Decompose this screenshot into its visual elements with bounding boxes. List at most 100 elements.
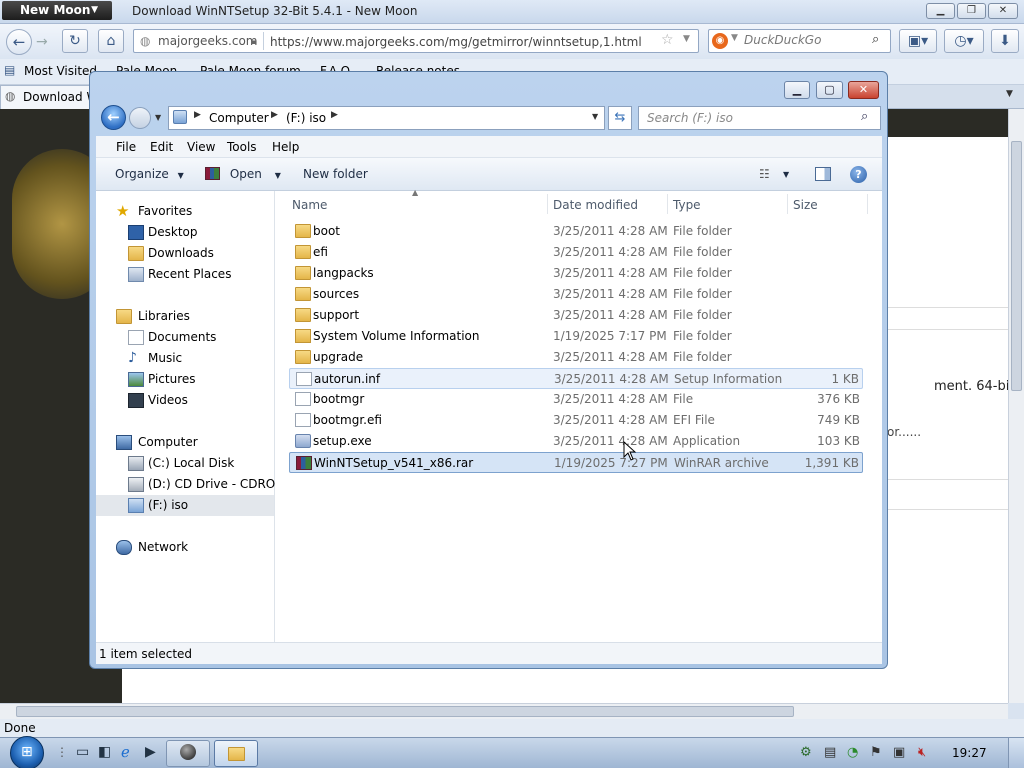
app-menu-button[interactable]: New Moon ▼ [2,1,112,20]
column-divider[interactable] [667,194,668,214]
minimize-button[interactable]: ▁ [926,3,955,19]
scroll-thumb[interactable] [1011,141,1022,391]
security-tray-icon[interactable]: ◔ [847,745,858,760]
volume-muted-icon[interactable]: 🔇︎ [918,745,926,760]
clock[interactable]: 19:27 [952,746,987,760]
explorer-search-input[interactable]: Search (F:) iso ⌕ [638,106,881,130]
recent-pages-icon[interactable]: ▼ [155,113,161,122]
chevron-down-icon[interactable]: ▼ [731,33,738,43]
start-button[interactable]: ⊞ [10,736,44,768]
bookmarks-button[interactable]: ▣▾ [899,29,937,53]
menu-tools[interactable]: Tools [227,140,257,154]
home-button[interactable]: ⌂ [98,29,124,53]
open-button[interactable]: Open ▼ [205,167,281,181]
explorer-back-button[interactable]: ← [101,105,126,130]
file-row[interactable]: efi 3/25/2011 4:28 AM File folder [289,242,863,263]
scroll-thumb[interactable] [16,706,794,717]
show-desktop-icon[interactable]: ▭ [76,744,89,760]
file-row[interactable]: support 3/25/2011 4:28 AM File folder [289,305,863,326]
file-row[interactable]: sources 3/25/2011 4:28 AM File folder [289,284,863,305]
taskbar-browser-button[interactable] [166,740,210,767]
address-bar[interactable]: ▶ Computer ▶ (F:) iso ▶ ▼ [168,106,605,130]
explorer-close-button[interactable]: ✕ [848,81,879,99]
organize-button[interactable]: Organize ▼ [115,167,184,181]
column-divider[interactable] [867,194,868,214]
column-size[interactable]: Size [793,198,818,212]
nav-favorites[interactable]: ★ Favorites [96,201,274,222]
nav-cd-drive[interactable]: (D:) CD Drive - CDROM [96,474,286,495]
restore-button[interactable]: ❐ [957,3,986,19]
nav-downloads[interactable]: Downloads [96,243,274,264]
display-tray-icon[interactable]: ▣ [893,745,905,760]
star-icon[interactable]: ☆ [661,32,674,48]
breadcrumb-arrow-icon[interactable]: ▶ [194,110,201,120]
page-horizontal-scrollbar[interactable] [0,703,1008,719]
network-tray-icon[interactable]: ⚙ [800,745,812,760]
flag-icon[interactable]: ⚑ [870,745,882,760]
search-input[interactable]: ◉ ▼ DuckDuckGo ⌕ [708,29,891,53]
bookmark-most-visited[interactable]: Most Visited [24,64,97,78]
file-row[interactable]: WinNTSetup_v541_x86.rar 1/19/2025 7:27 PM… [289,452,863,473]
chevron-down-icon[interactable]: ▼ [783,170,789,179]
column-divider[interactable] [787,194,788,214]
breadcrumb-arrow-icon[interactable]: ▶ [271,110,278,120]
search-engine-icon[interactable]: ◉ [712,33,728,49]
close-button[interactable]: ✕ [988,3,1018,19]
chevron-down-icon[interactable]: ▼ [683,34,690,44]
nav-computer[interactable]: Computer [96,432,274,453]
file-row[interactable]: upgrade 3/25/2011 4:28 AM File folder [289,347,863,368]
page-vertical-scrollbar[interactable] [1008,109,1024,703]
file-row[interactable]: autorun.inf 3/25/2011 4:28 AM Setup Inform… [289,368,863,389]
explorer-minimize-button[interactable]: ▁ [784,81,810,99]
help-icon[interactable]: ? [850,166,867,183]
file-row[interactable]: bootmgr 3/25/2011 4:28 AM File 376 KB [289,389,863,410]
downloads-button[interactable]: ⬇ [991,29,1019,53]
switch-windows-icon[interactable]: ◧ [98,744,111,760]
file-row[interactable]: System Volume Information 1/19/2025 7:17 … [289,326,863,347]
history-button[interactable]: ◷▾ [944,29,984,53]
explorer-forward-button[interactable] [129,107,151,129]
nav-videos[interactable]: Videos [96,390,274,411]
reload-button[interactable]: ↻ [62,29,88,53]
file-row[interactable]: langpacks 3/25/2011 4:28 AM File folder [289,263,863,284]
nav-local-disk[interactable]: (C:) Local Disk [96,453,274,474]
taskbar-explorer-button[interactable] [214,740,258,767]
new-folder-button[interactable]: New folder [303,167,368,181]
tab-download-winntsetup[interactable]: ◍ Download WinNTSetup 32-Bit 5.4.1 [0,85,95,109]
preview-pane-icon[interactable] [815,167,831,181]
media-player-icon[interactable]: ▶ [145,744,156,760]
show-desktop-button[interactable] [1008,738,1024,768]
tab-list-icon[interactable]: ▼ [1006,89,1013,99]
nav-pictures[interactable]: Pictures [96,369,274,390]
menu-edit[interactable]: Edit [150,140,173,154]
internet-explorer-icon[interactable]: ℯ [121,743,130,761]
view-options-icon[interactable]: ☷ [759,167,770,181]
breadcrumb-drive[interactable]: (F:) iso [286,111,326,125]
nav-iso-drive[interactable]: (F:) iso [96,495,274,516]
column-name[interactable]: Name [292,198,327,212]
nav-music[interactable]: ♪ Music [96,348,274,369]
explorer-maximize-button[interactable]: ▢ [816,81,843,99]
nav-recent-places[interactable]: Recent Places [96,264,274,285]
breadcrumb-computer[interactable]: Computer [209,111,269,125]
file-row[interactable]: boot 3/25/2011 4:28 AM File folder [289,221,863,242]
menu-view[interactable]: View [187,140,215,154]
menu-file[interactable]: File [116,140,136,154]
search-icon[interactable]: ⌕ [872,32,879,47]
file-row[interactable]: bootmgr.efi 3/25/2011 4:28 AM EFI File 749 … [289,410,863,431]
breadcrumb-arrow-icon[interactable]: ▶ [331,110,338,120]
nav-desktop[interactable]: Desktop [96,222,274,243]
back-button[interactable]: ← [6,29,32,55]
menu-help[interactable]: Help [272,140,299,154]
site-identity[interactable]: ◍ majorgeeks.com 🔒︎ [136,32,264,50]
refresh-button[interactable]: ⇆ [608,106,632,130]
document-tray-icon[interactable]: ▤ [824,745,836,760]
url-bar[interactable]: ◍ majorgeeks.com 🔒︎ https://www.majorgee… [133,29,699,53]
file-row[interactable]: setup.exe 3/25/2011 4:28 AM Application 103… [289,431,863,452]
column-date-modified[interactable]: Date modified [553,198,638,212]
column-type[interactable]: Type [673,198,701,212]
nav-network[interactable]: Network [96,537,274,558]
nav-documents[interactable]: Documents [96,327,274,348]
column-divider[interactable] [547,194,548,214]
chevron-down-icon[interactable]: ▼ [592,112,598,121]
